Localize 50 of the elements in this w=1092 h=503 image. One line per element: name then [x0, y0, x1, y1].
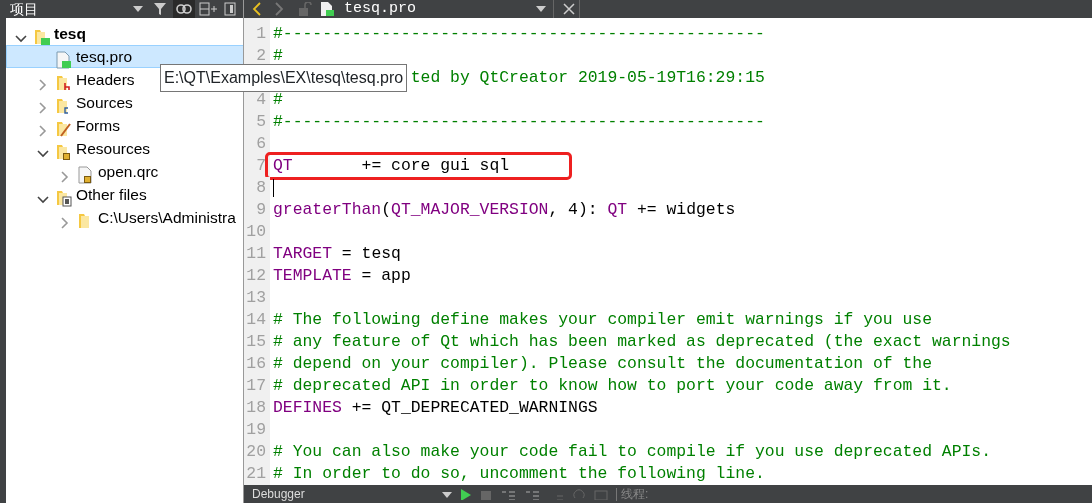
code-line: # You can also make your code fail to compile if you use deprecated APIs. [272, 441, 992, 463]
step-into-icon[interactable] [524, 488, 540, 500]
code-line: QT += core gui sql [268, 155, 570, 177]
code-line: # [272, 89, 283, 111]
caret-icon[interactable] [442, 491, 452, 498]
tree-item[interactable]: Forms [6, 114, 244, 137]
code-line: # deprecated API in order to know how to port your code away from it. [272, 375, 952, 397]
code-line: TEMPLATE = app [272, 265, 411, 287]
code-line: TARGET = tesq [272, 243, 401, 265]
caret-icon[interactable] [535, 6, 546, 12]
close-icon[interactable] [562, 3, 575, 15]
header-folder-icon [54, 74, 72, 93]
project-folder-icon [32, 28, 50, 47]
code-line: # In order to do so, uncomment the following line. [272, 463, 765, 485]
split-add-icon[interactable] [199, 2, 217, 16]
tree-item[interactable]: Resources [6, 137, 244, 160]
tree-item[interactable]: Other files [6, 183, 244, 206]
tree-item[interactable]: Sources [6, 91, 244, 114]
form-folder-icon [54, 120, 72, 139]
code-line: # The following define makes your compiler emit warnings if you use [272, 309, 932, 331]
resource-folder-icon [54, 143, 72, 162]
code-line: # depend on your compiler). Please consult the documentation of the [272, 353, 932, 375]
code-line: DEFINES += QT_DEPRECATED_WARNINGS [272, 397, 598, 419]
step-over-icon[interactable] [500, 488, 516, 500]
code-line: #------------------------------------------------- [272, 23, 765, 45]
filter-icon[interactable] [153, 2, 167, 16]
play-icon[interactable] [460, 488, 472, 500]
code-line: ted by QtCreator 2019-05-19T16:29:15 [409, 67, 765, 89]
tree-item[interactable]: C:\Users\Administra [6, 206, 244, 229]
panel-title: 项目 [10, 0, 39, 19]
file-tab[interactable]: tesq.pro [344, 0, 528, 21]
code-line: greaterThan(QT_MAJOR_VERSION, 4): QT += widgets [272, 199, 736, 221]
tree-item[interactable]: tesq.pro [6, 45, 244, 68]
pro-file-icon [54, 51, 72, 70]
code-line: # any feature of Qt which has been marked as deprecated (the exact warnings [272, 331, 1011, 353]
caret-icon[interactable] [133, 6, 143, 12]
tree-item[interactable]: tesq [6, 22, 244, 45]
tooltip: E:\QT\Examples\EX\tesq\tesq.pro [160, 64, 408, 92]
debugger-dropdown[interactable]: Debugger [252, 486, 442, 502]
lock-icon [298, 2, 312, 16]
code-line: #------------------------------------------------- [272, 111, 765, 133]
code-line: # [272, 45, 283, 67]
restart-icon[interactable] [572, 488, 586, 500]
tree-item[interactable]: open.qrc [6, 160, 244, 183]
close-panel-icon[interactable] [224, 2, 236, 16]
thread-label: 线程: [621, 486, 649, 502]
resource-file-icon [76, 166, 94, 185]
file-folder-icon [54, 189, 72, 208]
file-icon [320, 1, 334, 17]
link-icon[interactable] [176, 4, 192, 14]
